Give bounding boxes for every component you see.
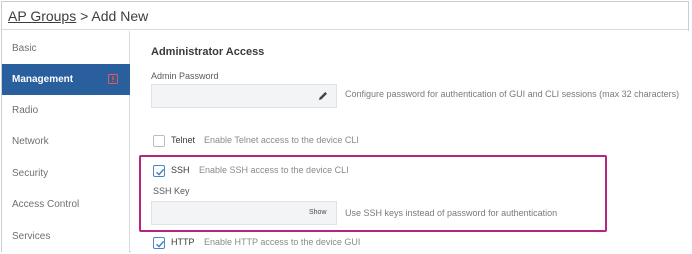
- error-icon: [108, 74, 118, 84]
- sidebar: Basic Management Radio Network Security …: [2, 31, 130, 253]
- sidebar-item-radio[interactable]: Radio: [2, 95, 130, 126]
- http-description: Enable HTTP access to the device GUI: [204, 237, 361, 247]
- sidebar-item-basic[interactable]: Basic: [2, 33, 130, 64]
- sidebar-item-label: Access Control: [12, 199, 80, 210]
- admin-password-field[interactable]: [151, 84, 337, 108]
- sidebar-item-management[interactable]: Management: [2, 64, 130, 95]
- breadcrumb-separator: >: [76, 8, 92, 24]
- breadcrumb-current: Add New: [91, 8, 149, 24]
- add-new-dialog: AP Groups > Add New Basic Management Rad…: [1, 1, 689, 253]
- http-checkbox[interactable]: [153, 237, 165, 249]
- breadcrumb-ap-groups-link[interactable]: AP Groups: [8, 8, 76, 24]
- sidebar-item-label: Management: [12, 74, 74, 85]
- telnet-description: Enable Telnet access to the device CLI: [204, 135, 359, 145]
- http-label: HTTP: [171, 237, 195, 247]
- sidebar-item-label: Basic: [12, 43, 37, 54]
- checkmark-icon: [156, 240, 165, 248]
- pencil-icon[interactable]: [317, 90, 329, 102]
- admin-password-label: Admin Password: [151, 71, 219, 81]
- sidebar-item-label: Security: [12, 168, 49, 179]
- ssh-highlight-box: [139, 155, 607, 232]
- breadcrumb: AP Groups > Add New: [8, 8, 148, 24]
- telnet-label: Telnet: [171, 135, 196, 145]
- admin-password-help: Configure password for authentication of…: [345, 89, 680, 99]
- sidebar-item-label: Network: [12, 136, 49, 147]
- sidebar-item-security[interactable]: Security: [2, 158, 130, 189]
- sidebar-item-network[interactable]: Network: [2, 126, 130, 157]
- sidebar-item-access-control[interactable]: Access Control: [2, 189, 130, 220]
- header-bar: AP Groups > Add New: [2, 2, 688, 30]
- sidebar-item-label: Services: [12, 231, 51, 242]
- sidebar-item-label: Radio: [12, 105, 39, 116]
- telnet-checkbox[interactable]: [153, 135, 165, 147]
- section-title: Administrator Access: [151, 46, 265, 58]
- sidebar-item-services[interactable]: Services: [2, 221, 130, 252]
